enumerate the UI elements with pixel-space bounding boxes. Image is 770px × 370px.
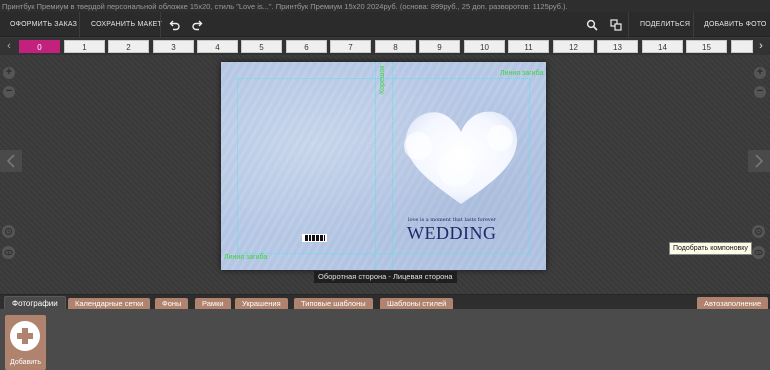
page-tab[interactable]: 14 xyxy=(642,40,683,53)
page-tab[interactable]: 11 xyxy=(508,40,549,53)
zoom-in-right-icon[interactable]: + xyxy=(754,67,766,79)
product-info-bar: Принтбук Премиум в твердой персональной … xyxy=(0,0,770,12)
zoom-search-icon[interactable] xyxy=(583,16,601,33)
pick-layout-tooltip: Подобрать компоновку xyxy=(669,242,752,255)
auto-layout-icon[interactable] xyxy=(2,225,15,238)
page-tab-partial[interactable] xyxy=(731,40,753,53)
page-tab[interactable]: 6 xyxy=(286,40,327,53)
preview-eye-icon[interactable] xyxy=(2,246,15,259)
add-plus-icon xyxy=(10,321,40,351)
zoom-out-right-icon[interactable]: − xyxy=(754,86,766,98)
page-tab[interactable]: 10 xyxy=(464,40,505,53)
tab-photos[interactable]: Фотографии xyxy=(4,296,66,310)
layout-switch-icon[interactable] xyxy=(607,16,625,33)
preview-eye-right-icon[interactable] xyxy=(752,246,765,259)
cover-spread[interactable]: Корешок Линия загиба Линия загиба love i… xyxy=(221,62,546,270)
page-tab[interactable]: 3 xyxy=(153,40,194,53)
photos-panel: Добавить xyxy=(0,309,770,370)
page-tab[interactable]: 4 xyxy=(197,40,238,53)
pages-prev-arrow-icon[interactable]: ‹ xyxy=(3,40,15,53)
page-tab[interactable]: 5 xyxy=(241,40,282,53)
barcode-image xyxy=(302,234,327,242)
share-button[interactable]: ПОДЕЛИТЬСЯ xyxy=(640,12,690,37)
toolbar-divider xyxy=(160,12,161,37)
add-photo-tile-label: Добавить xyxy=(10,359,41,366)
prev-spread-arrow-icon[interactable] xyxy=(0,150,22,172)
page-strip: ‹ 0 1 2 3 4 5 6 7 8 9 10 11 12 13 14 15 … xyxy=(0,38,770,55)
top-toolbar: ОФОРМИТЬ ЗАКАЗ СОХРАНИТЬ МАКЕТ ПОДЕЛИТЬС… xyxy=(0,12,770,37)
page-tab[interactable]: 15 xyxy=(686,40,727,53)
page-tab[interactable]: 12 xyxy=(553,40,594,53)
bottom-tabs-bar: Фотографии Календарные сетки Фоны Рамки … xyxy=(0,294,770,310)
page-tab[interactable]: 7 xyxy=(330,40,371,53)
fold-line-label-bottom: Линия загиба xyxy=(224,254,268,261)
add-photo-tile-button[interactable]: Добавить xyxy=(5,315,46,370)
zoom-out-icon[interactable]: − xyxy=(3,86,15,98)
page-tab[interactable]: 9 xyxy=(419,40,460,53)
toolbar-divider xyxy=(693,12,694,37)
cover-title: WEDDING xyxy=(407,223,497,243)
order-button[interactable]: ОФОРМИТЬ ЗАКАЗ xyxy=(10,12,77,37)
page-tab[interactable]: 8 xyxy=(375,40,416,53)
toolbar-divider xyxy=(628,12,629,37)
page-tab[interactable]: 2 xyxy=(108,40,149,53)
page-tab[interactable]: 1 xyxy=(64,40,105,53)
heart-cloud-image[interactable] xyxy=(396,104,526,209)
add-photo-button[interactable]: ДОБАВИТЬ ФОТО xyxy=(704,12,767,37)
spread-caption: Оборотная сторона - Лицевая сторона xyxy=(314,271,457,283)
next-spread-arrow-icon[interactable] xyxy=(748,150,770,172)
toolbar-divider xyxy=(79,12,80,37)
zoom-in-icon[interactable]: + xyxy=(3,67,15,79)
redo-icon[interactable] xyxy=(188,16,206,33)
fold-line-label-top: Линия загиба xyxy=(500,70,544,77)
undo-icon[interactable] xyxy=(166,16,184,33)
pages-next-arrow-icon[interactable]: › xyxy=(755,40,767,53)
pick-layout-icon[interactable] xyxy=(752,225,765,238)
page-tab[interactable]: 13 xyxy=(597,40,638,53)
spine-label: Корешок xyxy=(379,65,386,94)
product-info-text: Принтбук Премиум в твердой персональной … xyxy=(2,2,568,11)
page-tab[interactable]: 0 xyxy=(19,40,60,53)
save-layout-button[interactable]: СОХРАНИТЬ МАКЕТ xyxy=(91,12,162,37)
